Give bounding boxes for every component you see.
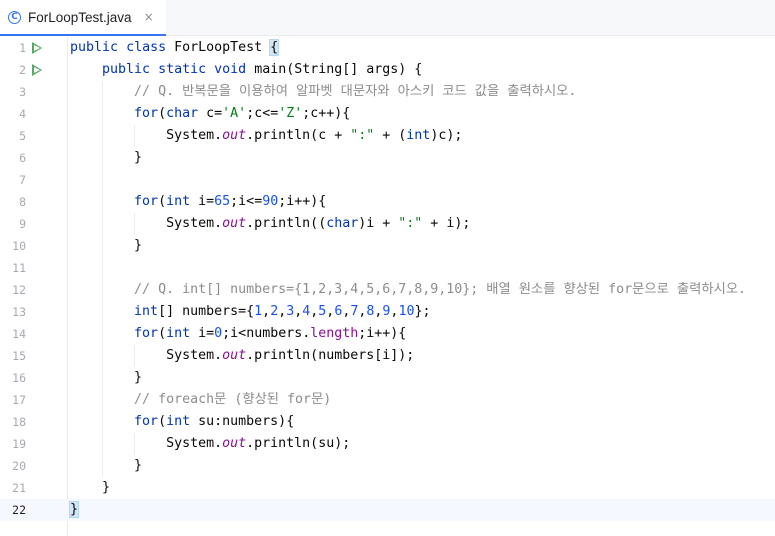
code-line[interactable]: 5 System.out.println(c + ":" + (int)c); bbox=[0, 125, 775, 147]
code-line[interactable]: 14 for(int i=0;i<numbers.length;i++){ bbox=[0, 323, 775, 345]
close-icon[interactable]: × bbox=[144, 10, 154, 24]
line-number: 12 bbox=[12, 283, 26, 297]
code-text: // Q. 반복문을 이용하여 알파벳 대문자와 아스키 코드 값을 출력하시오… bbox=[134, 84, 577, 99]
code-text: } bbox=[70, 480, 111, 495]
line-number: 8 bbox=[19, 195, 26, 209]
line-number: 6 bbox=[19, 151, 26, 165]
line-number: 4 bbox=[19, 107, 26, 121]
line-number: 14 bbox=[12, 327, 26, 341]
java-class-icon: C bbox=[8, 10, 21, 24]
code-line[interactable]: 21 } bbox=[0, 477, 775, 499]
line-number: 5 bbox=[19, 129, 26, 143]
code-line[interactable]: 12 // Q. int[] numbers={1,2,3,4,5,6,7,8,… bbox=[0, 279, 775, 301]
code-line[interactable]: 20 } bbox=[0, 455, 775, 477]
line-number: 2 bbox=[19, 63, 26, 77]
line-number: 18 bbox=[12, 415, 26, 429]
tab-forlooptest[interactable]: C ForLoopTest.java × bbox=[0, 0, 166, 36]
line-number: 22 bbox=[12, 503, 26, 517]
indent-guide bbox=[134, 345, 135, 367]
code-text: System.out.println(c + ":" + (int)c); bbox=[70, 128, 463, 143]
tab-label: ForLoopTest.java bbox=[28, 9, 132, 25]
code-line[interactable]: 17 // foreach문 (향상된 for문) bbox=[0, 389, 775, 411]
code-line[interactable]: 3 // Q. 반복문을 이용하여 알파벳 대문자와 아스키 코드 값을 출력하… bbox=[0, 81, 775, 103]
code-text: System.out.println(numbers[i]); bbox=[70, 348, 415, 363]
code-text: for(int su:numbers){ bbox=[134, 414, 295, 429]
line-number: 3 bbox=[19, 85, 26, 99]
editor-tab-bar: C ForLoopTest.java × bbox=[0, 0, 775, 36]
line-number: 19 bbox=[12, 437, 26, 451]
code-line[interactable]: 19 System.out.println(su); bbox=[0, 433, 775, 455]
line-number: 21 bbox=[12, 481, 26, 495]
code-text: System.out.println(su); bbox=[70, 436, 351, 451]
code-line[interactable]: 1 public class ForLoopTest { bbox=[0, 37, 775, 59]
code-line[interactable]: 16 } bbox=[0, 367, 775, 389]
code-line[interactable]: 10 } bbox=[0, 235, 775, 257]
code-text: } bbox=[70, 458, 143, 473]
line-number: 7 bbox=[19, 173, 26, 187]
code-text: for(int i=0;i<numbers.length;i++){ bbox=[134, 326, 407, 341]
code-text: // foreach문 (향상된 for문) bbox=[134, 392, 332, 407]
code-text: public class ForLoopTest { bbox=[70, 39, 280, 56]
code-line[interactable]: 4 for(char c='A';c<='Z';c++){ bbox=[0, 103, 775, 125]
line-number: 16 bbox=[12, 371, 26, 385]
run-icon[interactable] bbox=[32, 42, 42, 54]
code-text: } bbox=[70, 370, 143, 385]
code-line[interactable]: 2 public static void main(String[] args)… bbox=[0, 59, 775, 81]
line-number: 17 bbox=[12, 393, 26, 407]
indent-guide bbox=[134, 125, 135, 147]
code-line[interactable]: 7 bbox=[0, 169, 775, 191]
line-number: 15 bbox=[12, 349, 26, 363]
code-text: } bbox=[68, 501, 80, 518]
code-line[interactable]: 18 for(int su:numbers){ bbox=[0, 411, 775, 433]
indent-guide bbox=[134, 213, 135, 235]
code-text: System.out.println((char)i + ":" + i); bbox=[70, 216, 471, 231]
line-number: 13 bbox=[12, 305, 26, 319]
run-icon[interactable] bbox=[32, 64, 42, 76]
line-number: 9 bbox=[19, 217, 26, 231]
code-line[interactable]: 6 } bbox=[0, 147, 775, 169]
indent-guide bbox=[134, 433, 135, 455]
code-text: for(int i=65;i<=90;i++){ bbox=[134, 194, 327, 209]
code-text: // Q. int[] numbers={1,2,3,4,5,6,7,8,9,1… bbox=[134, 282, 747, 297]
line-number: 10 bbox=[12, 239, 26, 253]
code-text: } bbox=[70, 150, 143, 165]
code-line[interactable]: 11 bbox=[0, 257, 775, 279]
code-text: int[] numbers={1,2,3,4,5,6,7,8,9,10}; bbox=[134, 304, 431, 319]
line-number: 1 bbox=[19, 41, 26, 55]
code-line[interactable]: 13 int[] numbers={1,2,3,4,5,6,7,8,9,10}; bbox=[0, 301, 775, 323]
code-text: public static void main(String[] args) { bbox=[102, 62, 423, 77]
indent-guide bbox=[102, 81, 103, 477]
code-editor[interactable]: 1 public class ForLoopTest { 2 public stat… bbox=[0, 37, 775, 536]
code-line[interactable]: 15 System.out.println(numbers[i]); bbox=[0, 345, 775, 367]
code-line[interactable]: 9 System.out.println((char)i + ":" + i); bbox=[0, 213, 775, 235]
code-line[interactable]: 8 for(int i=65;i<=90;i++){ bbox=[0, 191, 775, 213]
line-number: 20 bbox=[12, 459, 26, 473]
code-text: for(char c='A';c<='Z';c++){ bbox=[134, 106, 351, 121]
code-text: } bbox=[70, 238, 143, 253]
code-line[interactable]: 22} bbox=[0, 499, 775, 521]
line-number: 11 bbox=[12, 261, 26, 275]
